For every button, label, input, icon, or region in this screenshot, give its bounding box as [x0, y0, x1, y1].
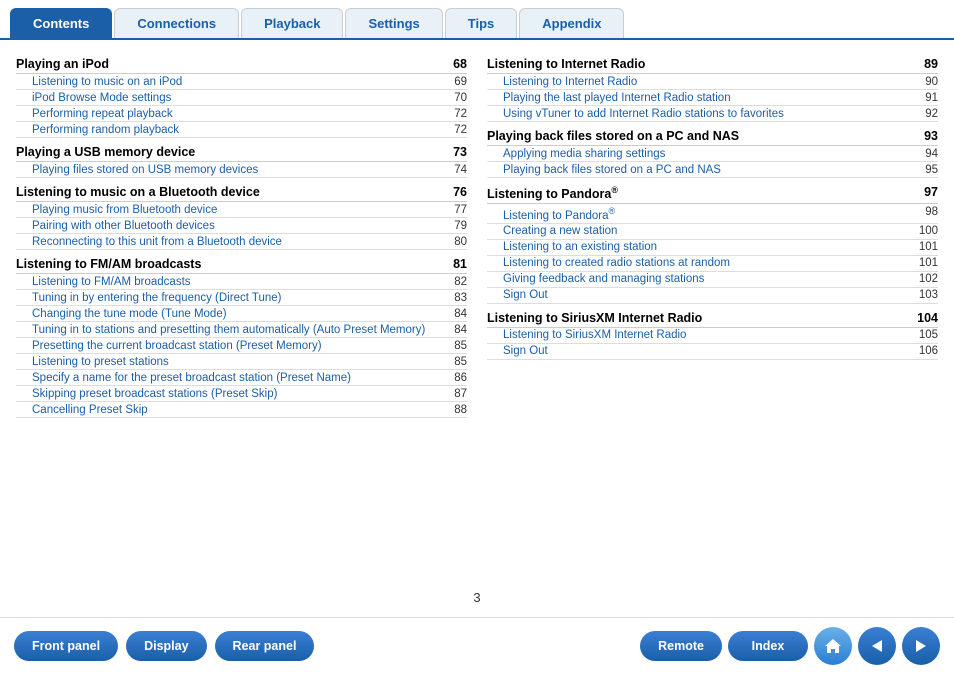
toc-item[interactable]: Using vTuner to add Internet Radio stati… [487, 106, 938, 122]
toc-item[interactable]: Tuning in by entering the frequency (Dir… [16, 290, 467, 306]
section-header: Playing back files stored on a PC and NA… [487, 126, 938, 146]
toc-item[interactable]: Giving feedback and managing stations102 [487, 272, 938, 288]
main-content: Playing an iPod 68 Listening to music on… [0, 40, 954, 605]
tab-tips[interactable]: Tips [445, 8, 518, 38]
toc-item[interactable]: Creating a new station100 [487, 224, 938, 240]
toc-item[interactable]: Cancelling Preset Skip88 [16, 402, 467, 418]
section-header: Playing a USB memory device 73 [16, 142, 467, 162]
home-button[interactable] [814, 627, 852, 665]
forward-button[interactable] [902, 627, 940, 665]
toc-item[interactable]: Sign Out103 [487, 288, 938, 304]
toc-item[interactable]: Listening to music on an iPod69 [16, 74, 467, 90]
toc-item[interactable]: Presetting the current broadcast station… [16, 338, 467, 354]
section-title: Playing back files stored on a PC and NA… [487, 129, 739, 143]
section-title: Listening to SiriusXM Internet Radio [487, 311, 702, 325]
toc-item[interactable]: Listening to SiriusXM Internet Radio105 [487, 328, 938, 344]
section-usb: Playing a USB memory device 73 Playing f… [16, 142, 467, 178]
page-number: 3 [473, 590, 480, 605]
tab-connections[interactable]: Connections [114, 8, 239, 38]
rear-panel-button[interactable]: Rear panel [215, 631, 315, 661]
section-title: Listening to music on a Bluetooth device [16, 185, 260, 199]
section-playing-ipod: Playing an iPod 68 Listening to music on… [16, 54, 467, 138]
section-header: Listening to Internet Radio 89 [487, 54, 938, 74]
section-pc-nas: Playing back files stored on a PC and NA… [487, 126, 938, 178]
toc-item[interactable]: Playing the last played Internet Radio s… [487, 90, 938, 106]
section-siriusxm: Listening to SiriusXM Internet Radio 104… [487, 308, 938, 360]
top-navigation: Contents Connections Playback Settings T… [0, 0, 954, 40]
section-page: 93 [924, 129, 938, 143]
toc-item[interactable]: Performing repeat playback72 [16, 106, 467, 122]
section-title: Listening to Internet Radio [487, 57, 645, 71]
section-page: 73 [453, 145, 467, 159]
section-title: Playing a USB memory device [16, 145, 195, 159]
toc-item[interactable]: Listening to preset stations85 [16, 354, 467, 370]
toc-item[interactable]: Listening to Pandora®98 [487, 204, 938, 224]
toc-item[interactable]: Listening to created radio stations at r… [487, 256, 938, 272]
section-header: Listening to music on a Bluetooth device… [16, 182, 467, 202]
section-title: Playing an iPod [16, 57, 109, 71]
right-column: Listening to Internet Radio 89 Listening… [487, 54, 938, 595]
remote-button[interactable]: Remote [640, 631, 722, 661]
section-pandora: Listening to Pandora® 97 Listening to Pa… [487, 182, 938, 304]
section-page: 89 [924, 57, 938, 71]
section-header: Listening to FM/AM broadcasts 81 [16, 254, 467, 274]
front-panel-button[interactable]: Front panel [14, 631, 118, 661]
section-title: Listening to FM/AM broadcasts [16, 257, 201, 271]
toc-item[interactable]: Reconnecting to this unit from a Bluetoo… [16, 234, 467, 250]
back-arrow-icon [868, 637, 886, 655]
toc-item[interactable]: Listening to Internet Radio90 [487, 74, 938, 90]
toc-item[interactable]: Listening to FM/AM broadcasts82 [16, 274, 467, 290]
section-header: Playing an iPod 68 [16, 54, 467, 74]
tab-appendix[interactable]: Appendix [519, 8, 624, 38]
toc-item[interactable]: Playing files stored on USB memory devic… [16, 162, 467, 178]
section-page: 81 [453, 257, 467, 271]
toc-item[interactable]: Tuning in to stations and presetting the… [16, 322, 467, 338]
toc-item[interactable]: iPod Browse Mode settings70 [16, 90, 467, 106]
section-header: Listening to Pandora® 97 [487, 182, 938, 204]
bottom-nav-left: Front panel Display Rear panel [14, 631, 314, 661]
back-button[interactable] [858, 627, 896, 665]
toc-item[interactable]: Specify a name for the preset broadcast … [16, 370, 467, 386]
display-button[interactable]: Display [126, 631, 206, 661]
toc-item[interactable]: Sign Out106 [487, 344, 938, 360]
toc-item[interactable]: Pairing with other Bluetooth devices79 [16, 218, 467, 234]
index-button[interactable]: Index [728, 631, 808, 661]
left-column: Playing an iPod 68 Listening to music on… [16, 54, 467, 595]
section-header: Listening to SiriusXM Internet Radio 104 [487, 308, 938, 328]
toc-item[interactable]: Changing the tune mode (Tune Mode)84 [16, 306, 467, 322]
toc-item[interactable]: Playing music from Bluetooth device77 [16, 202, 467, 218]
section-title: Listening to Pandora® [487, 185, 618, 201]
tab-playback[interactable]: Playback [241, 8, 343, 38]
section-page: 76 [453, 185, 467, 199]
toc-item[interactable]: Skipping preset broadcast stations (Pres… [16, 386, 467, 402]
section-page: 68 [453, 57, 467, 71]
tab-contents[interactable]: Contents [10, 8, 112, 38]
section-page: 104 [917, 311, 938, 325]
section-fm-am: Listening to FM/AM broadcasts 81 Listeni… [16, 254, 467, 418]
section-internet-radio: Listening to Internet Radio 89 Listening… [487, 54, 938, 122]
toc-item[interactable]: Playing back files stored on a PC and NA… [487, 162, 938, 178]
bottom-nav-right: Remote Index [640, 627, 940, 665]
bottom-navigation: Front panel Display Rear panel Remote In… [0, 617, 954, 673]
forward-arrow-icon [912, 637, 930, 655]
toc-item[interactable]: Applying media sharing settings94 [487, 146, 938, 162]
section-bluetooth: Listening to music on a Bluetooth device… [16, 182, 467, 250]
section-page: 97 [924, 185, 938, 201]
toc-item[interactable]: Performing random playback72 [16, 122, 467, 138]
toc-item[interactable]: Listening to an existing station101 [487, 240, 938, 256]
tab-settings[interactable]: Settings [345, 8, 442, 38]
home-icon [823, 636, 843, 656]
